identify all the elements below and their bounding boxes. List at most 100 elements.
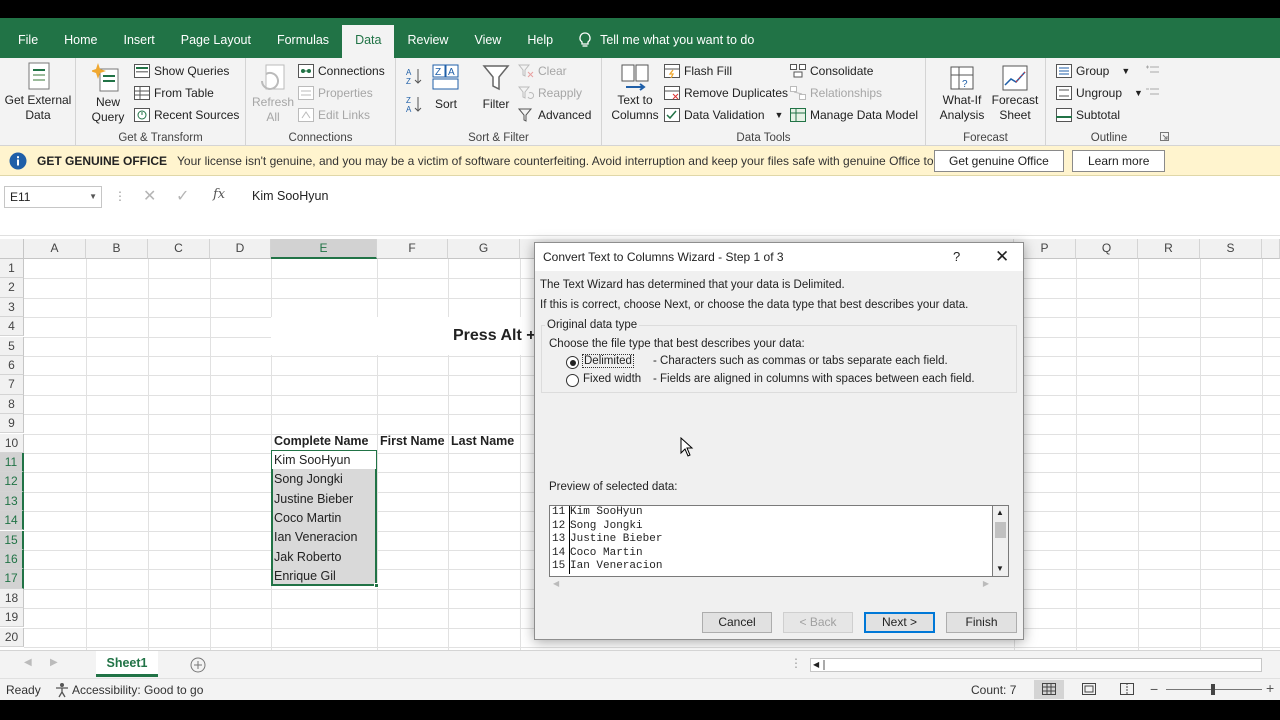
reapply-button[interactable]: Reapply (518, 83, 582, 103)
header-first-name[interactable]: First Name (377, 432, 445, 451)
sort-z-a-button[interactable]: ZA (406, 94, 422, 114)
row-header[interactable]: 15 (0, 530, 24, 550)
connections-button[interactable]: Connections (298, 61, 385, 81)
scroll-right-icon[interactable]: ▶ (983, 579, 989, 588)
hide-detail-icon[interactable] (1146, 86, 1160, 98)
zoom-in-icon[interactable]: + (1266, 680, 1274, 696)
name-cell[interactable]: Kim SooHyun (271, 451, 350, 470)
group-button[interactable]: Group ▼ (1056, 61, 1130, 81)
tab-file[interactable]: File (5, 25, 51, 55)
formula-input[interactable]: Kim SooHyun (242, 186, 1280, 208)
row-header[interactable]: 2 (0, 278, 24, 298)
back-button[interactable]: < Back (783, 612, 853, 633)
scroll-left-icon[interactable]: ◀ (813, 659, 819, 671)
delimited-radio[interactable] (566, 356, 579, 369)
sheet-tab-sheet1[interactable]: Sheet1 (96, 651, 158, 677)
column-header-a[interactable]: A (24, 239, 86, 259)
scroll-thumb[interactable] (995, 522, 1006, 538)
data-validation-button[interactable]: Data Validation ▼ (664, 105, 783, 125)
filter-button[interactable]: Filter (476, 63, 516, 112)
scroll-up-icon[interactable]: ▲ (996, 508, 1004, 517)
subtotal-button[interactable]: Subtotal (1056, 105, 1120, 125)
from-table-button[interactable]: From Table (134, 83, 214, 103)
edit-links-button[interactable]: Edit Links (298, 105, 370, 125)
sort-button[interactable]: ZA Sort (428, 63, 464, 112)
ungroup-button[interactable]: Ungroup ▼ (1056, 83, 1143, 103)
tab-formulas[interactable]: Formulas (264, 25, 342, 55)
preview-vertical-scrollbar[interactable]: ▲ ▼ (993, 505, 1009, 577)
name-box[interactable]: E11 ▼ (4, 186, 102, 208)
preview-pane[interactable]: 11 Kim SooHyun 12 Song Jongki 13 Justine Bi… (549, 505, 993, 577)
row-header[interactable]: 3 (0, 297, 24, 318)
column-header-t[interactable] (1262, 239, 1280, 259)
row-header[interactable]: 5 (0, 336, 24, 356)
insert-function-icon[interactable]: fx (213, 187, 225, 202)
row-header[interactable]: 19 (0, 608, 24, 628)
row-header[interactable]: 14 (0, 511, 24, 531)
tab-view[interactable]: View (461, 25, 514, 55)
column-header-c[interactable]: C (148, 239, 210, 259)
row-header[interactable]: 17 (0, 569, 24, 589)
page-layout-view-icon[interactable] (1082, 683, 1096, 695)
row-header[interactable]: 16 (0, 550, 24, 570)
row-header[interactable]: 7 (0, 375, 24, 395)
row-header[interactable]: 20 (0, 627, 24, 647)
fill-handle[interactable] (374, 583, 379, 588)
dialog-title-bar[interactable]: Convert Text to Columns Wizard - Step 1 … (535, 243, 1023, 271)
get-genuine-office-button[interactable]: Get genuine Office (934, 150, 1064, 172)
column-header-d[interactable]: D (210, 239, 271, 259)
cancel-entry-icon[interactable]: ✕ (143, 186, 156, 206)
row-header[interactable]: 10 (0, 433, 24, 453)
column-header-r[interactable]: R (1138, 239, 1200, 259)
previous-sheet-icon[interactable]: ◀ (24, 657, 32, 668)
row-header[interactable]: 11 (0, 453, 24, 473)
close-icon[interactable]: ✕ (995, 243, 1009, 271)
scroll-thumb[interactable] (823, 660, 825, 670)
refresh-all-button[interactable]: Refresh All (250, 61, 296, 125)
normal-view-button[interactable] (1034, 680, 1064, 699)
manage-data-model-button[interactable]: Manage Data Model (790, 105, 918, 125)
name-cell[interactable]: Jak Roberto (271, 548, 341, 567)
tab-help[interactable]: Help (514, 25, 566, 55)
delimited-label[interactable]: Delimited (582, 354, 634, 368)
column-header-e[interactable]: E (271, 239, 377, 259)
next-button[interactable]: Next > (864, 612, 935, 633)
name-cell[interactable]: Song Jongki (271, 470, 343, 489)
consolidate-button[interactable]: Consolidate (790, 61, 873, 81)
show-detail-icon[interactable] (1146, 64, 1160, 76)
column-header-g[interactable]: G (448, 239, 520, 259)
row-header[interactable]: 8 (0, 394, 24, 415)
row-header[interactable]: 18 (0, 588, 24, 609)
forecast-sheet-button[interactable]: Forecast Sheet (990, 63, 1040, 123)
fixed-width-radio[interactable] (566, 374, 579, 387)
relationships-button[interactable]: Relationships (790, 83, 882, 103)
name-cell[interactable]: Justine Bieber (271, 490, 353, 509)
column-header-q[interactable]: Q (1076, 239, 1138, 259)
next-sheet-icon[interactable]: ▶ (50, 657, 58, 668)
scroll-down-icon[interactable]: ▼ (996, 564, 1004, 573)
tell-me-box[interactable]: Tell me what you want to do (566, 25, 754, 55)
cancel-button[interactable]: Cancel (702, 612, 772, 633)
row-header[interactable]: 13 (0, 491, 24, 512)
scroll-left-icon[interactable]: ◀ (553, 579, 559, 588)
text-to-columns-button[interactable]: Text to Columns (610, 63, 660, 123)
row-header[interactable]: 4 (0, 317, 24, 337)
flash-fill-button[interactable]: Flash Fill (664, 61, 732, 81)
properties-button[interactable]: Properties (298, 83, 373, 103)
tab-home[interactable]: Home (51, 25, 110, 55)
header-complete-name[interactable]: Complete Name (271, 432, 368, 451)
tab-review[interactable]: Review (394, 25, 461, 55)
recent-sources-button[interactable]: Recent Sources (134, 105, 239, 125)
name-cell[interactable]: Ian Veneracion (271, 528, 357, 547)
page-break-preview-icon[interactable] (1120, 683, 1134, 695)
help-icon[interactable]: ? (953, 243, 960, 271)
zoom-out-icon[interactable]: − (1150, 681, 1158, 697)
what-if-analysis-button[interactable]: ? What-If Analysis (932, 63, 992, 123)
row-header[interactable]: 1 (0, 259, 24, 279)
get-external-data-button[interactable]: Get External Data (4, 61, 72, 123)
learn-more-button[interactable]: Learn more (1072, 150, 1166, 172)
clear-button[interactable]: Clear (518, 61, 567, 81)
accessibility-status[interactable]: Accessibility: Good to go (72, 683, 203, 697)
column-header-f[interactable]: F (377, 239, 448, 259)
select-all-corner[interactable] (0, 239, 24, 259)
